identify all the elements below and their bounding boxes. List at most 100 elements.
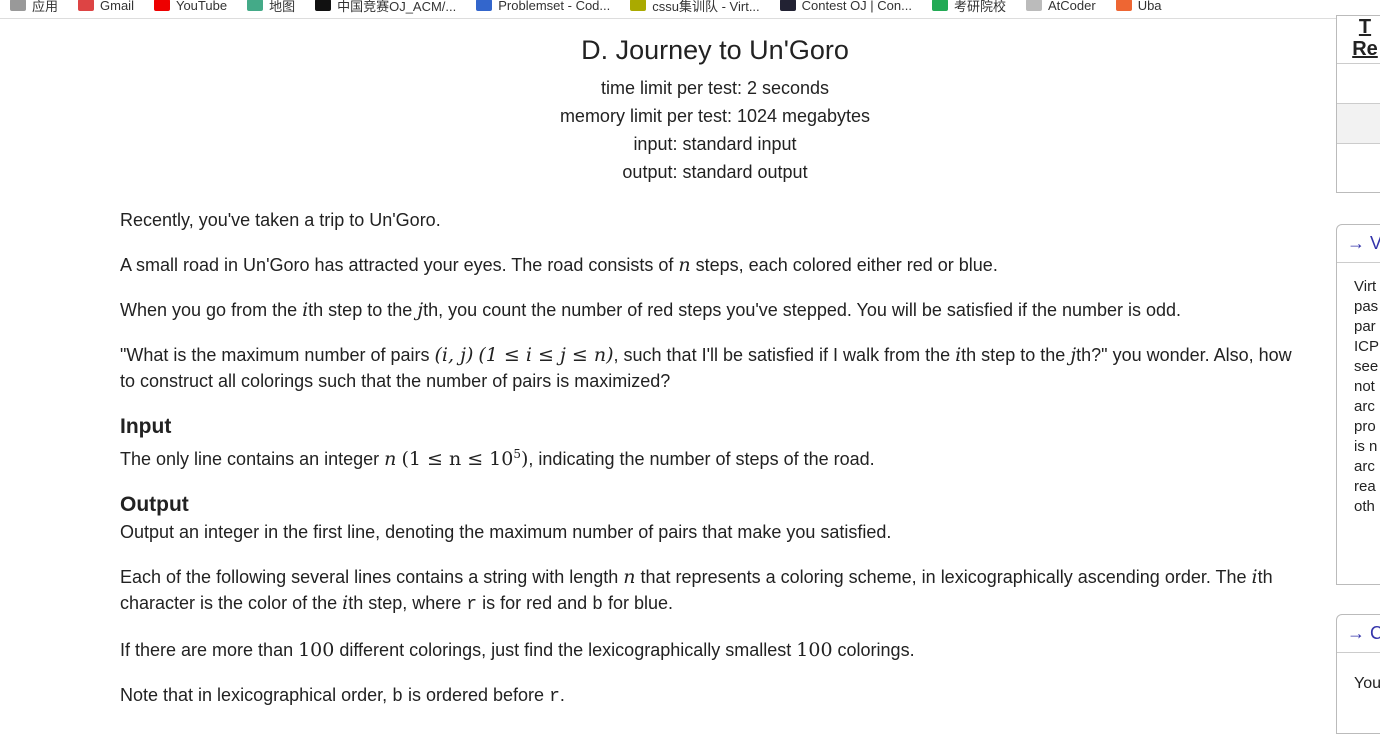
bookmark[interactable]: Problemset - Cod... (466, 0, 620, 13)
paragraph: Each of the following several lines cont… (120, 564, 1310, 618)
text: A small road in Un'Goro has attracted yo… (120, 255, 679, 275)
text-line: par (1354, 318, 1376, 335)
sidebar-box-virtual: → V Virt pas par ICP see not arc pro is n arc rea o… (1336, 224, 1380, 585)
text: , such that I'll be satisfied if I walk … (613, 345, 956, 365)
input-file: input: standard input (633, 134, 797, 154)
code: b (392, 687, 403, 707)
math: 100 (796, 639, 833, 661)
table-row (1337, 64, 1380, 104)
text: Note that in lexicographical order, (120, 685, 393, 705)
text-line: arc (1354, 458, 1375, 475)
table-row (1337, 104, 1380, 144)
text: different colorings, just find the lexic… (334, 640, 797, 660)
output-file: output: standard output (622, 162, 808, 182)
text-line: rea (1354, 478, 1376, 495)
bookmark-favicon-icon (247, 0, 264, 11)
math: n (623, 566, 636, 588)
math: 100 (298, 639, 335, 661)
code: r (549, 687, 560, 707)
bookmark-favicon-icon (779, 0, 796, 11)
bookmark-label: 应用 (32, 0, 59, 14)
text: th, you count the number of red steps yo… (423, 300, 1182, 320)
bookmark[interactable]: Gmail (68, 0, 144, 13)
bookmark-label: 考研院校 (953, 0, 1006, 14)
bookmark-label: Contest OJ | Con... (801, 0, 912, 13)
problem-title: D. Journey to Un'Goro (581, 35, 849, 65)
code: r (466, 595, 478, 615)
bookmark-favicon-icon (931, 0, 948, 11)
output-section-title: Output (120, 493, 189, 516)
bookmark-favicon-icon (630, 0, 647, 11)
bookmark[interactable]: cssu集训队 - Virt... (620, 0, 769, 15)
math: n (678, 254, 691, 276)
text: . (559, 685, 565, 705)
text: Re (1352, 38, 1378, 60)
bookmark-favicon-icon (1115, 0, 1132, 11)
input-section-title: Input (120, 415, 172, 438)
math: (i, j) (434, 344, 474, 366)
box-text: You (1354, 675, 1380, 692)
bookmark[interactable]: 中国竞赛OJ_ACM/... (305, 0, 466, 15)
memory-limit: memory limit per test: 1024 megabytes (559, 106, 871, 126)
text: th step, where (348, 593, 467, 613)
bookmark-label: Gmail (100, 0, 134, 13)
paragraph: If there are more than 100 different col… (120, 637, 1310, 663)
bookmark-favicon-icon (10, 0, 26, 11)
paragraph: Recently, you've taken a trip to Un'Goro… (120, 207, 1310, 233)
bookmark-label: Uba (1137, 0, 1162, 13)
bookmark-label: 地图 (269, 0, 296, 14)
paragraph: Output an integer in the first line, den… (120, 519, 1310, 545)
text-line: is n (1354, 438, 1378, 455)
math: (1 ≤ n ≤ 10 (401, 448, 514, 470)
math: n (384, 448, 397, 470)
time-limit: time limit per test: 2 seconds (600, 78, 830, 98)
paragraph: Note that in lexicographical order, b is… (120, 682, 1310, 710)
bookmark[interactable]: YouTube (144, 0, 237, 13)
paragraph: A small road in Un'Goro has attracted yo… (120, 252, 1310, 278)
paragraph: When you go from the ith step to the jth… (120, 297, 1310, 323)
text-line: see (1354, 358, 1379, 375)
text: that represents a coloring scheme, in le… (635, 567, 1252, 587)
text: steps, each colored either red or blue. (690, 255, 998, 275)
text: for blue. (602, 593, 673, 613)
bookmarks-bar: 应用 Gmail YouTube 地图 中国竞赛OJ_ACM/... Problemset… (0, 0, 1380, 19)
text: When you go from the (120, 300, 303, 320)
bookmark-favicon-icon (315, 0, 332, 11)
text-line: ICP (1354, 338, 1380, 355)
bookmark[interactable]: Contest OJ | Con... (770, 0, 922, 13)
code: b (592, 595, 603, 615)
text-line: Virt (1354, 278, 1377, 295)
bookmark-label: YouTube (175, 0, 228, 13)
text: , indicating the number of steps of the … (528, 449, 875, 469)
sidebar-box-top: T Re (1336, 15, 1380, 193)
bookmark-favicon-icon (78, 0, 95, 11)
problem-statement: D. Journey to Un'Goro time limit per tes… (120, 20, 1310, 710)
box-heading: → V (1337, 225, 1380, 263)
text-line: pas (1354, 298, 1379, 315)
box-text: Virt pas par ICP see not arc pro is n arc rea oth (1337, 263, 1380, 517)
text: th step to the (308, 300, 418, 320)
text-line: oth (1354, 498, 1375, 515)
math: (1 ≤ i ≤ j ≤ n) (478, 344, 614, 366)
bookmark[interactable]: Uba (1106, 0, 1172, 13)
text: If there are more than (120, 640, 299, 660)
text-line: pro (1354, 418, 1376, 435)
bookmark-label: 中国竞赛OJ_ACM/... (337, 0, 457, 14)
bookmark[interactable]: 考研院校 (922, 0, 1016, 15)
bookmark[interactable]: AtCoder (1016, 0, 1106, 13)
bookmark-favicon-icon (153, 0, 170, 11)
bookmark-label: AtCoder (1047, 0, 1096, 13)
bookmark-favicon-icon (1025, 0, 1042, 11)
text: th step to the (961, 345, 1071, 365)
text: Each of the following several lines cont… (120, 567, 624, 587)
text-line: arc (1354, 398, 1375, 415)
text: "What is the maximum number of pairs (120, 345, 435, 365)
math: 5 (513, 447, 521, 461)
paragraph: The only line contains an integer n (1 ≤… (120, 441, 1310, 472)
text: is for red and (477, 593, 593, 613)
bookmark[interactable]: 应用 (0, 0, 68, 15)
bookmark-label: cssu集训队 - Virt... (652, 0, 760, 14)
box-heading: → C (1337, 615, 1380, 653)
sidebar-link[interactable]: T Re (1337, 16, 1380, 64)
bookmark[interactable]: 地图 (237, 0, 305, 15)
